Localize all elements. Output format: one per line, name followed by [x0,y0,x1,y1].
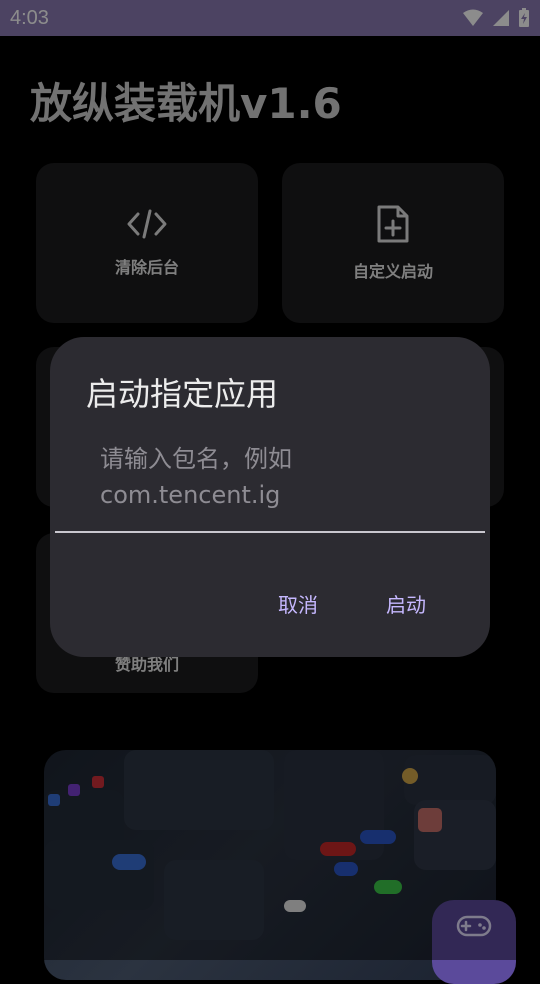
input-underline [55,531,485,533]
launch-app-dialog: 启动指定应用 请输入包名，例如com.tencent.ig 取消 启动 [50,337,490,657]
dialog-title: 启动指定应用 [86,375,279,413]
start-button[interactable]: 启动 [378,585,434,622]
cancel-button[interactable]: 取消 [270,585,326,622]
package-name-input[interactable]: 请输入包名，例如com.tencent.ig [100,441,440,513]
